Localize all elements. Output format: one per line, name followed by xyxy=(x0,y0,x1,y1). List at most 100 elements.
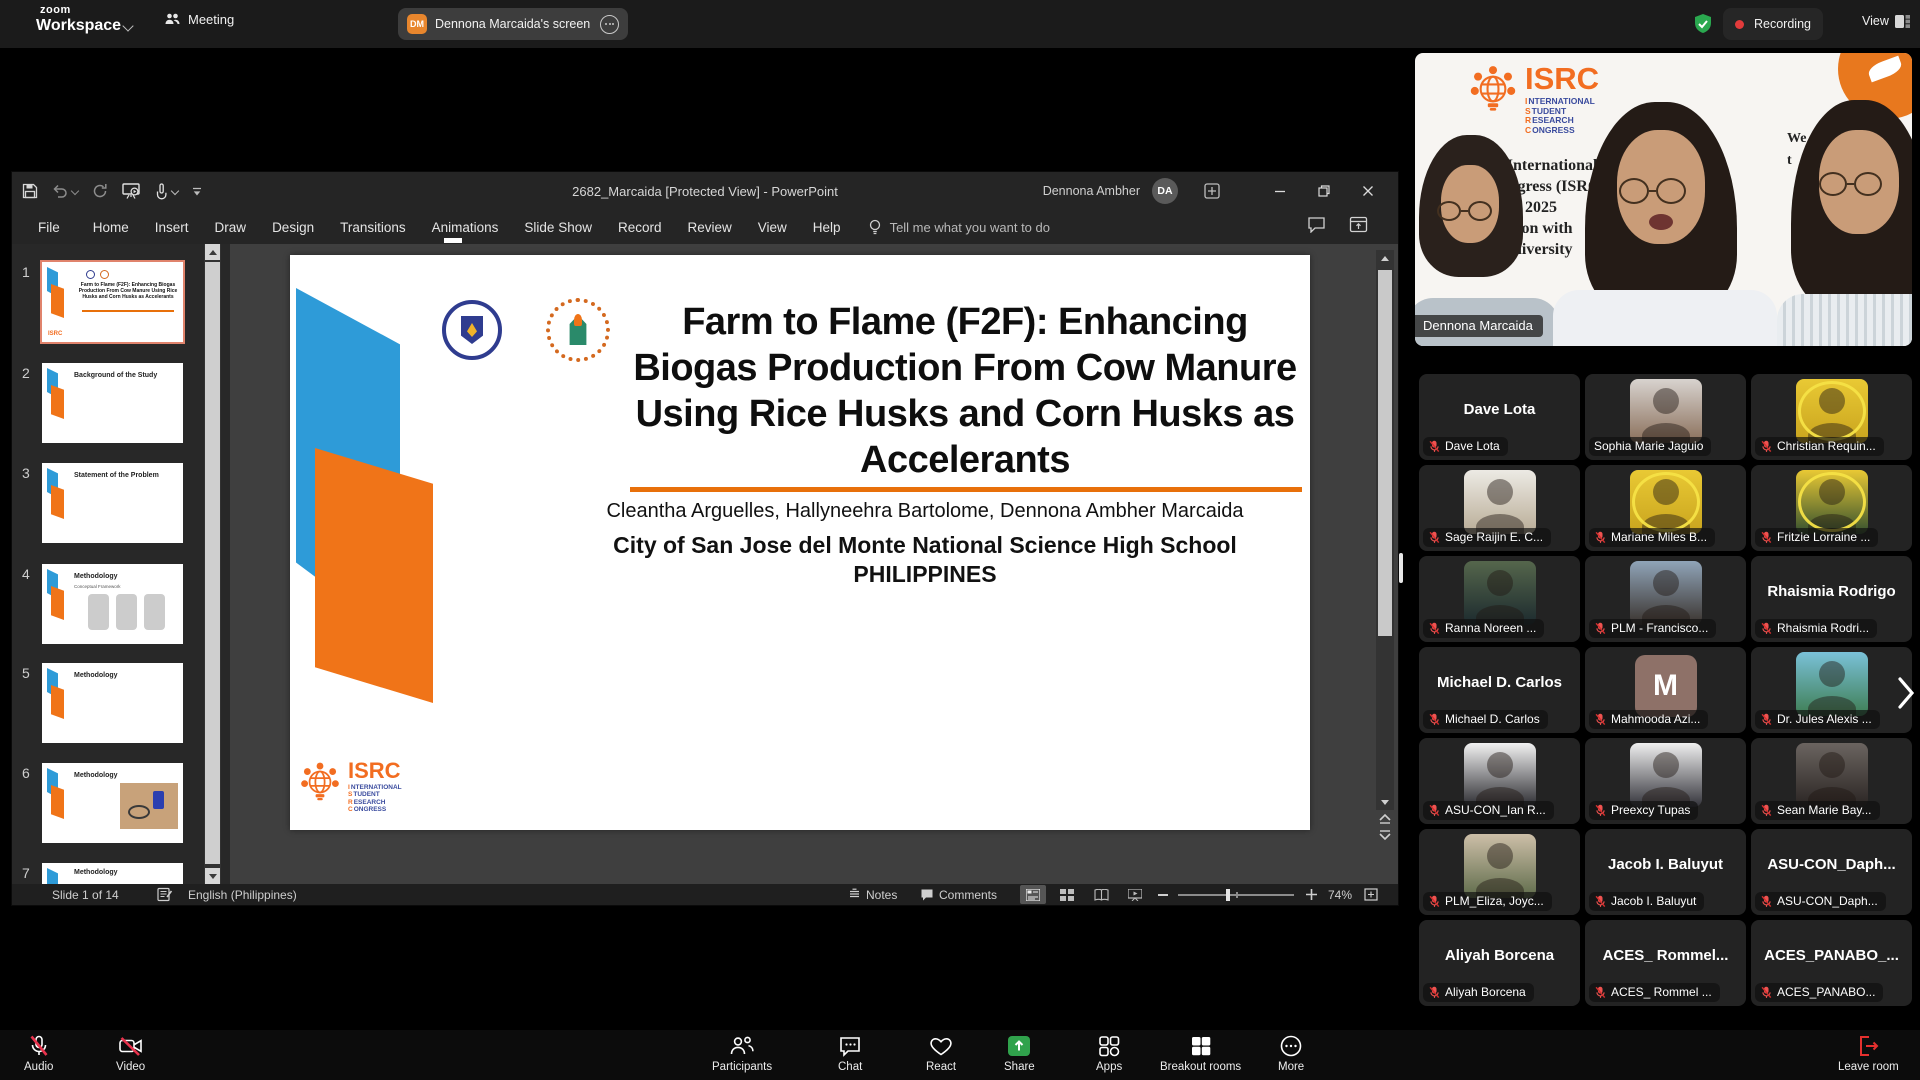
menu-tab-review[interactable]: Review xyxy=(675,210,745,244)
share-ribbon-icon[interactable] xyxy=(1349,216,1368,233)
participant-tile[interactable]: Preexcy Tupas xyxy=(1585,738,1746,824)
participant-tile[interactable]: Sean Marie Bay... xyxy=(1751,738,1912,824)
menu-tab-help[interactable]: Help xyxy=(800,210,854,244)
zoom-slider[interactable] xyxy=(1178,884,1294,905)
touch-mode-icon[interactable] xyxy=(154,183,169,200)
tell-me-search[interactable]: Tell me what you want to do xyxy=(868,219,1050,235)
zoom-slider-handle[interactable] xyxy=(1226,889,1230,901)
slide-thumbnail-7[interactable]: Methodology xyxy=(42,863,183,884)
menu-tab-home[interactable]: Home xyxy=(80,210,142,244)
react-button[interactable]: React xyxy=(926,1034,956,1073)
ribbon-options-icon[interactable] xyxy=(1204,183,1220,199)
leave-room-button[interactable]: Leave room xyxy=(1838,1034,1899,1073)
zoom-out-button[interactable] xyxy=(1158,884,1168,905)
participant-tile[interactable]: PLM - Francisco... xyxy=(1585,556,1746,642)
participant-tile[interactable]: Fritzie Lorraine ... xyxy=(1751,465,1912,551)
view-button[interactable]: View xyxy=(1862,14,1910,28)
audio-button[interactable]: Audio xyxy=(24,1034,53,1073)
menu-tab-view[interactable]: View xyxy=(745,210,800,244)
participant-tile[interactable]: Ranna Noreen ... xyxy=(1419,556,1580,642)
participant-tile[interactable]: Jacob I. BaluyutJacob I. Baluyut xyxy=(1585,829,1746,915)
start-slideshow-icon[interactable] xyxy=(122,183,140,199)
video-button[interactable]: Video xyxy=(116,1034,145,1073)
menu-tab-draw[interactable]: Draw xyxy=(202,210,260,244)
comments-button[interactable]: Comments xyxy=(920,884,997,905)
participant-tile[interactable]: Christian Requin... xyxy=(1751,374,1912,460)
screen-share-tab[interactable]: DM Dennona Marcaida's screen xyxy=(398,8,628,40)
tab-meeting[interactable]: Meeting xyxy=(164,12,234,27)
participant-tile[interactable]: PLM_Eliza, Joyc... xyxy=(1419,829,1580,915)
close-button[interactable] xyxy=(1346,172,1390,210)
menu-tab-file[interactable]: File xyxy=(12,210,80,244)
zoom-in-button[interactable] xyxy=(1306,884,1317,905)
previous-slide-button[interactable] xyxy=(1378,812,1392,824)
participant-tile[interactable]: MMahmooda Azi... xyxy=(1585,647,1746,733)
slide-thumbnail-5[interactable]: Methodology xyxy=(42,663,183,743)
participant-tile[interactable]: Aliyah BorcenaAliyah Borcena xyxy=(1419,920,1580,1006)
customize-toolbar-icon[interactable] xyxy=(192,186,202,196)
participants-button[interactable]: Participants xyxy=(712,1034,772,1073)
zoom-percent[interactable]: 74% xyxy=(1328,884,1352,905)
thumbnail-scrollbar[interactable] xyxy=(204,244,221,884)
participant-tile[interactable]: Michael D. CarlosMichael D. Carlos xyxy=(1419,647,1580,733)
scroll-down-icon[interactable] xyxy=(205,868,220,884)
comments-bubble-icon[interactable] xyxy=(1307,216,1326,233)
notes-button[interactable]: Notes xyxy=(848,884,897,905)
chevron-down-icon[interactable] xyxy=(122,20,133,31)
next-page-chevron[interactable] xyxy=(1897,676,1915,710)
menu-tab-transitions[interactable]: Transitions xyxy=(327,210,419,244)
slide-sorter-view-button[interactable] xyxy=(1054,885,1080,904)
minimize-button[interactable] xyxy=(1258,172,1302,210)
menu-tab-insert[interactable]: Insert xyxy=(142,210,202,244)
participant-tile[interactable]: ACES_PANABO_...ACES_PANABO... xyxy=(1751,920,1912,1006)
scrollbar-thumb[interactable] xyxy=(1378,270,1392,636)
slideshow-view-button[interactable] xyxy=(1122,885,1148,904)
recording-label: Recording xyxy=(1754,17,1811,31)
security-shield-icon[interactable] xyxy=(1692,13,1714,35)
apps-button[interactable]: Apps xyxy=(1096,1034,1122,1073)
menu-tab-design[interactable]: Design xyxy=(259,210,327,244)
chat-button[interactable]: Chat xyxy=(838,1034,862,1073)
slide-scrollbar[interactable] xyxy=(1376,250,1394,810)
slide-indicator[interactable]: Slide 1 of 14 xyxy=(52,884,119,905)
account-avatar[interactable]: DA xyxy=(1152,178,1178,204)
participant-tile[interactable]: Dave LotaDave Lota xyxy=(1419,374,1580,460)
more-options-icon[interactable] xyxy=(600,15,619,34)
more-button[interactable]: More xyxy=(1278,1034,1304,1073)
normal-view-button[interactable] xyxy=(1020,885,1046,904)
panel-resize-handle[interactable] xyxy=(1399,553,1403,583)
breakout-rooms-button[interactable]: Breakout rooms xyxy=(1160,1034,1241,1073)
menu-tab-animations[interactable]: Animations xyxy=(419,210,512,244)
menu-tab-record[interactable]: Record xyxy=(605,210,675,244)
participant-tile[interactable]: ACES_ Rommel...ACES_ Rommel ... xyxy=(1585,920,1746,1006)
participant-tile[interactable]: Dr. Jules Alexis ... xyxy=(1751,647,1912,733)
participant-tile[interactable]: ASU-CON_Daph...ASU-CON_Daph... xyxy=(1751,829,1912,915)
participant-tile[interactable]: Mariane Miles B... xyxy=(1585,465,1746,551)
scroll-down-icon[interactable] xyxy=(1378,794,1392,810)
reading-view-button[interactable] xyxy=(1088,885,1114,904)
participant-tile[interactable]: Sophia Marie Jaguio xyxy=(1585,374,1746,460)
slide-thumbnail-1[interactable]: Farm to Flame (F2F): Enhancing Biogas Pr… xyxy=(42,262,183,342)
slide-thumbnail-2[interactable]: Background of the Study xyxy=(42,363,183,443)
restore-button[interactable] xyxy=(1302,172,1346,210)
language-indicator[interactable]: English (Philippines) xyxy=(188,884,297,905)
recording-indicator[interactable]: Recording xyxy=(1723,8,1823,40)
save-icon[interactable] xyxy=(22,183,38,199)
participant-tile[interactable]: Rhaismia RodrigoRhaismia Rodri... xyxy=(1751,556,1912,642)
scroll-up-icon[interactable] xyxy=(1378,250,1392,266)
slide-thumbnail-4[interactable]: MethodologyConceptual Framework xyxy=(42,564,183,644)
slide-thumbnail-3[interactable]: Statement of the Problem xyxy=(42,463,183,543)
participant-tile[interactable]: Sage Raijin E. C... xyxy=(1419,465,1580,551)
menu-tab-slide-show[interactable]: Slide Show xyxy=(511,210,605,244)
participant-tile[interactable]: ASU-CON_Ian R... xyxy=(1419,738,1580,824)
next-slide-button[interactable] xyxy=(1378,830,1392,842)
slide-thumbnail-6[interactable]: Methodology xyxy=(42,763,183,843)
thumbnail-number: 4 xyxy=(22,566,30,582)
account-name[interactable]: Dennona Ambher xyxy=(1043,172,1140,210)
active-speaker-video[interactable]: ISRCINTERNATIONALSTUDENTRESEARCHCONGRESS… xyxy=(1415,53,1912,346)
scroll-up-icon[interactable] xyxy=(205,244,220,260)
spellcheck-icon[interactable] xyxy=(157,887,173,902)
fit-to-window-icon[interactable] xyxy=(1364,884,1378,905)
share-button[interactable]: Share xyxy=(1004,1034,1035,1073)
scrollbar-thumb[interactable] xyxy=(205,262,220,864)
